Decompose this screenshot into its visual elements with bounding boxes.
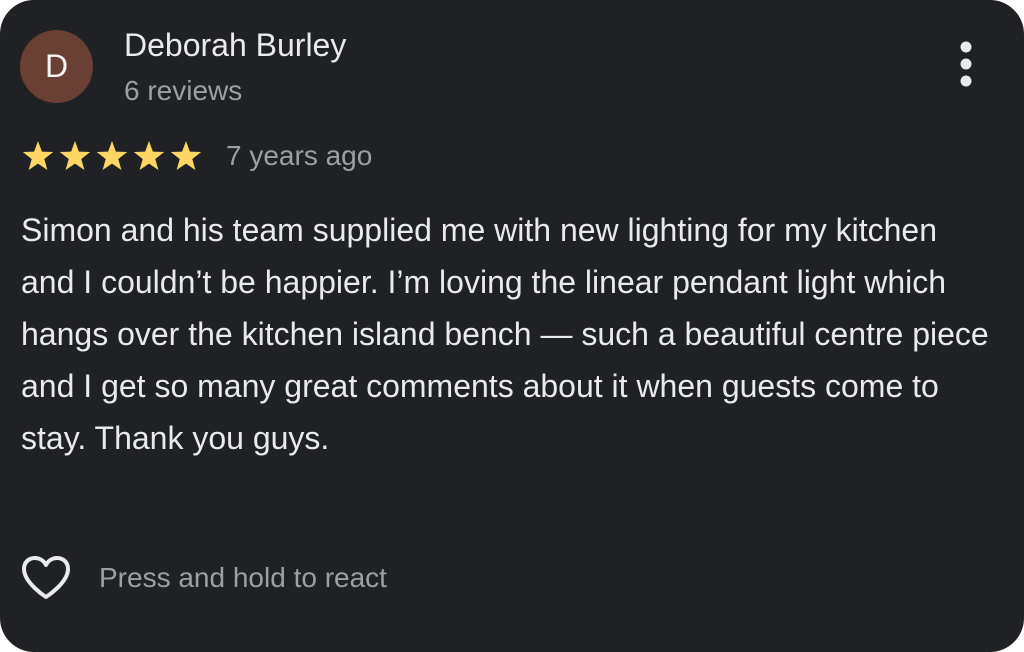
star-icon	[132, 139, 166, 173]
more-options-button[interactable]	[950, 40, 982, 90]
review-date: 7 years ago	[226, 140, 373, 171]
star-icon	[169, 139, 203, 173]
rating-row: 7 years ago	[21, 136, 372, 176]
react-button[interactable]: Press and hold to react	[19, 552, 387, 604]
review-text: Simon and his team supplied me with new …	[21, 212, 989, 456]
star-icon	[21, 139, 55, 173]
author-name[interactable]: Deborah Burley	[124, 25, 346, 65]
avatar[interactable]: D	[20, 30, 93, 103]
star-icon	[95, 139, 129, 173]
heart-outline-icon	[19, 554, 73, 602]
review-count[interactable]: 6 reviews	[124, 73, 242, 109]
star-icon	[58, 139, 92, 173]
react-label: Press and hold to react	[99, 562, 387, 593]
review-card: D Deborah Burley 6 reviews 7 years ago S…	[0, 0, 1024, 652]
more-vert-icon	[950, 40, 982, 90]
star-rating	[21, 139, 206, 173]
